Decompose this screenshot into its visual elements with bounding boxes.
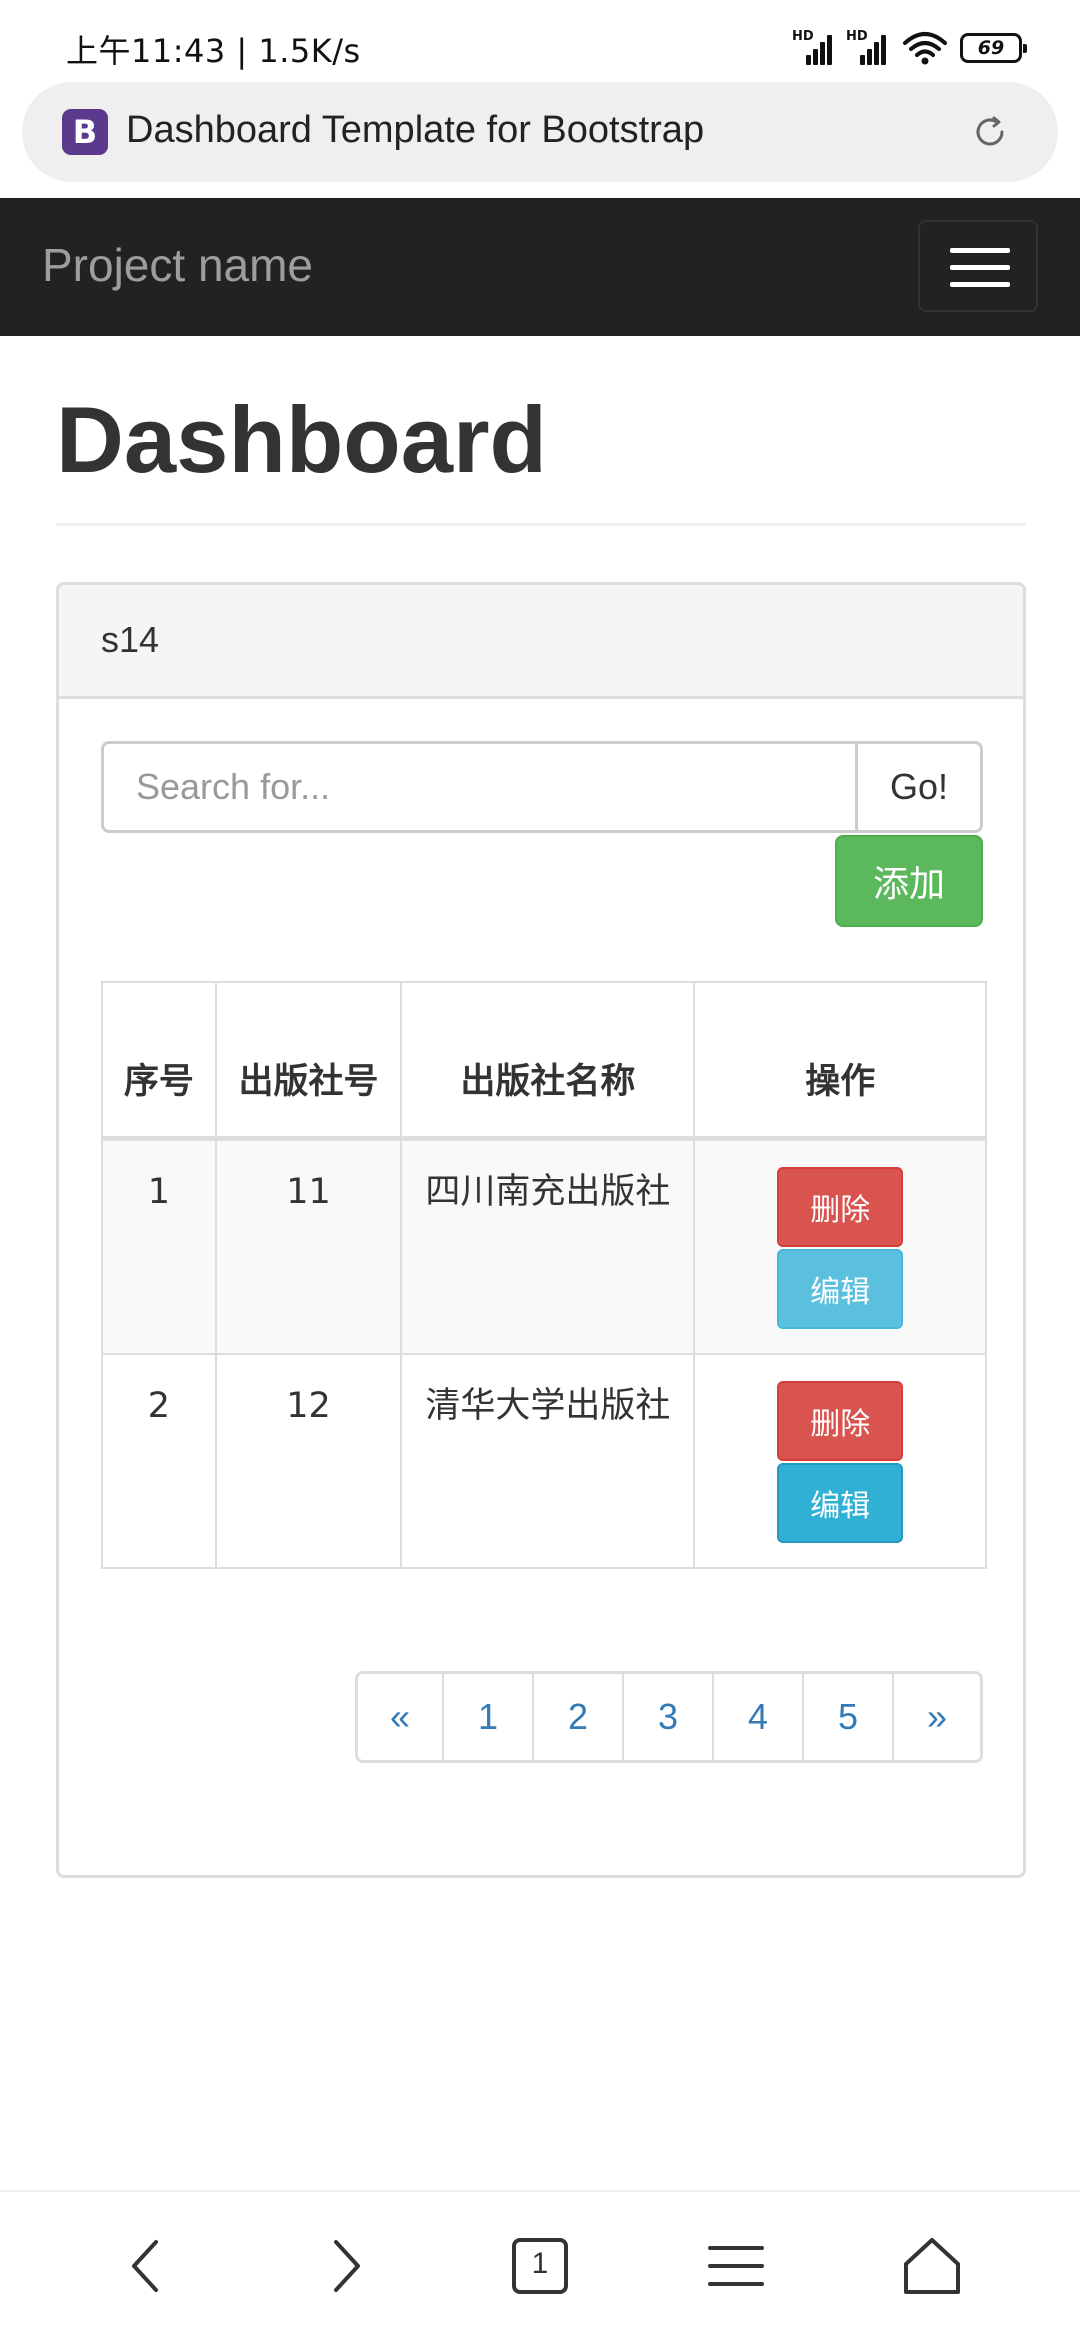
search-input[interactable]: [101, 741, 857, 833]
pagination-page-3[interactable]: 3: [624, 1674, 714, 1760]
delete-button[interactable]: 删除: [777, 1166, 904, 1247]
page-header: Dashboard: [56, 386, 1026, 526]
home-icon[interactable]: [900, 2234, 964, 2298]
pagination-prev[interactable]: «: [358, 1674, 444, 1760]
signal-hd-label: HD: [846, 29, 868, 44]
header-publisher-name: 出版社名称: [400, 981, 696, 1141]
navbar-brand[interactable]: Project name: [42, 238, 313, 292]
menu-icon[interactable]: [704, 2234, 768, 2298]
header-publisher-id: 出版社号: [214, 981, 403, 1141]
pagination-page-4[interactable]: 4: [714, 1674, 804, 1760]
hamburger-icon: [950, 265, 1010, 270]
bootstrap-favicon-icon: B: [62, 109, 108, 155]
address-bar[interactable]: B Dashboard Template for Bootstrap: [22, 82, 1058, 182]
publisher-panel: s14 Go! 添加 序号 出版社号 出版社名称 操作 1 11 四川南充出版社…: [56, 582, 1026, 1878]
status-icons: HD HD 69: [780, 28, 1027, 68]
cell-publisher-name: 清华大学出版社: [400, 1352, 696, 1569]
browser-bottom-nav: 1: [0, 2190, 1080, 2340]
page-title: Dashboard: [56, 387, 547, 492]
header-index: 序号: [101, 981, 217, 1141]
top-navbar: Project name: [0, 198, 1080, 336]
tabs-button[interactable]: 1: [508, 2234, 572, 2298]
pagination: « 1 2 3 4 5 »: [355, 1671, 983, 1763]
edit-button[interactable]: 编辑: [777, 1462, 904, 1543]
hamburger-icon: [950, 282, 1010, 287]
reload-icon[interactable]: [972, 114, 1008, 150]
pagination-page-5[interactable]: 5: [804, 1674, 894, 1760]
status-bar: 上午11:43 | 1.5K/s HD HD 69: [0, 0, 1080, 80]
back-icon[interactable]: [116, 2234, 180, 2298]
forward-icon[interactable]: [312, 2234, 376, 2298]
tab-count: 1: [531, 2247, 549, 2280]
cell-publisher-id: 11: [214, 1137, 403, 1355]
edit-button[interactable]: 编辑: [777, 1248, 904, 1329]
navbar-toggle-button[interactable]: [918, 220, 1038, 312]
battery-icon: 69: [960, 33, 1027, 63]
table-row: 1 11 四川南充出版社 删除 编辑: [101, 1137, 987, 1355]
hamburger-icon: [950, 248, 1010, 253]
cell-actions: 删除 编辑: [693, 1352, 987, 1569]
cell-index: 1: [101, 1137, 217, 1355]
pagination-page-2[interactable]: 2: [534, 1674, 624, 1760]
cell-index: 2: [101, 1352, 217, 1569]
pagination-page-1[interactable]: 1: [444, 1674, 534, 1760]
panel-heading: s14: [59, 585, 1023, 699]
table-row: 2 12 清华大学出版社 删除 编辑: [101, 1352, 987, 1569]
pagination-next[interactable]: »: [894, 1674, 980, 1760]
header-actions: 操作: [693, 981, 987, 1141]
search-group: Go!: [101, 741, 983, 833]
battery-level: 69: [977, 37, 1005, 59]
panel-title: s14: [101, 619, 160, 660]
cell-publisher-id: 12: [214, 1352, 403, 1569]
add-button[interactable]: 添加: [835, 835, 983, 927]
delete-button[interactable]: 删除: [777, 1380, 904, 1461]
signal-icon: HD: [792, 29, 834, 65]
publisher-table: 序号 出版社号 出版社名称 操作 1 11 四川南充出版社 删除 编辑 2 12…: [101, 981, 987, 1569]
status-time: 上午11:43 | 1.5K/s: [66, 32, 361, 70]
page-tab-title[interactable]: Dashboard Template for Bootstrap: [126, 109, 704, 152]
cell-publisher-name: 四川南充出版社: [400, 1137, 696, 1355]
cell-actions: 删除 编辑: [693, 1137, 987, 1355]
signal-icon: HD: [846, 29, 888, 65]
wifi-icon: [903, 32, 947, 65]
go-button[interactable]: Go!: [855, 741, 983, 833]
signal-hd-label: HD: [792, 29, 814, 44]
table-header-row: 序号 出版社号 出版社名称 操作: [101, 981, 987, 1141]
